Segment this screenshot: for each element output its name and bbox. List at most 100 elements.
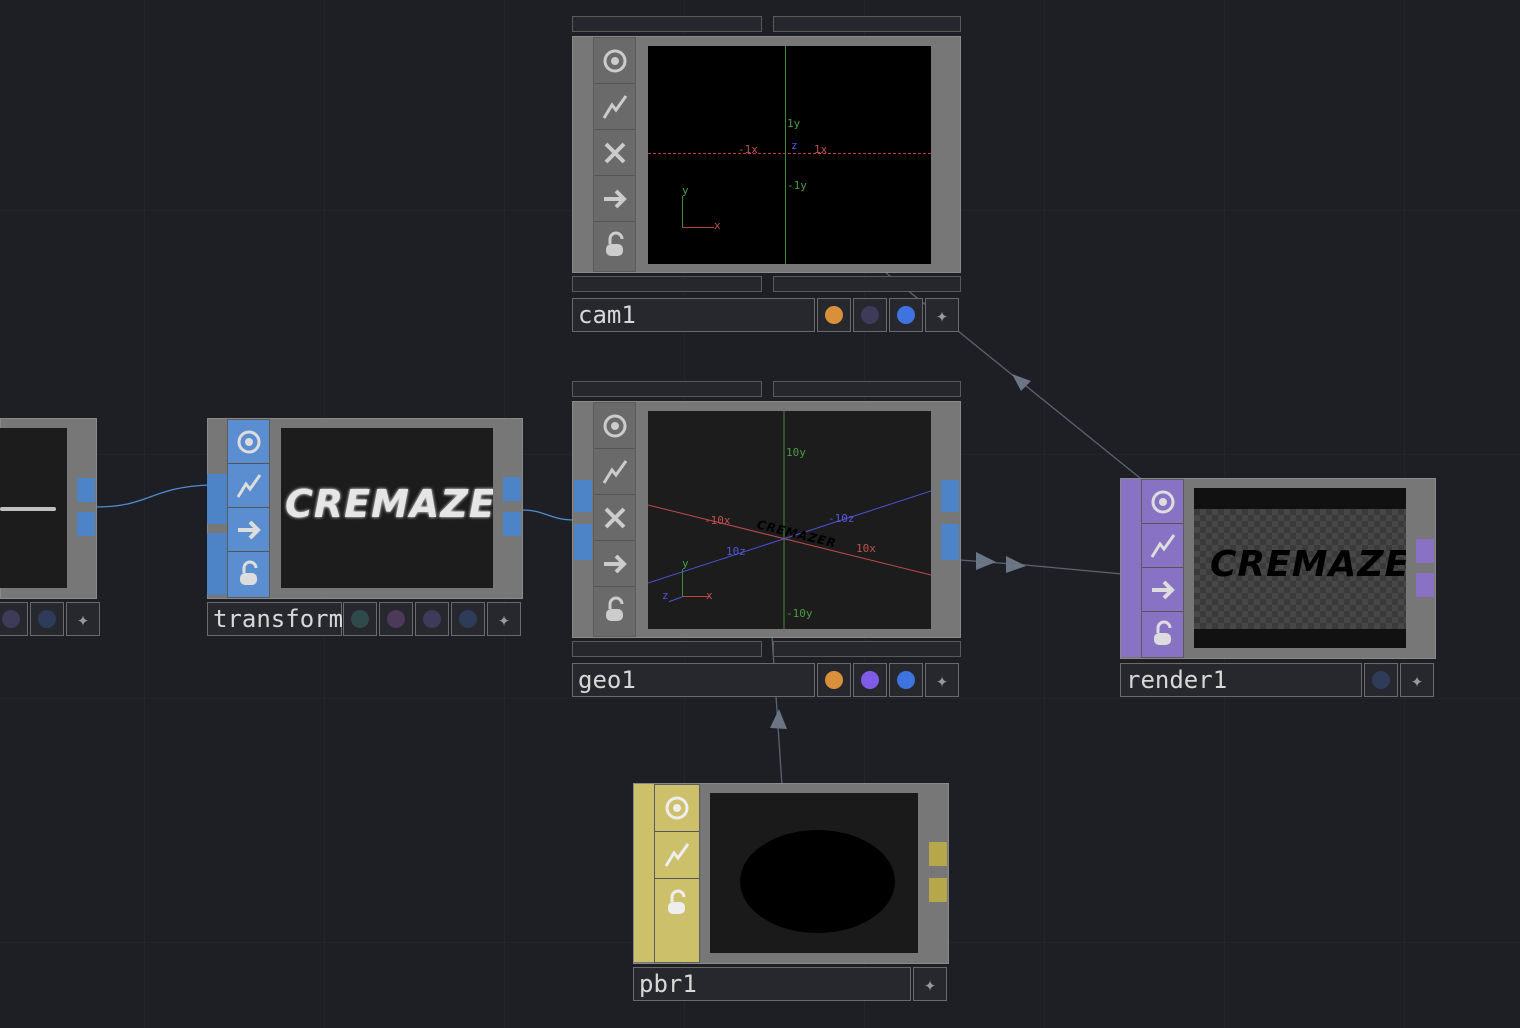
- viewer-icon: [237, 430, 260, 453]
- node-button-strip: [1141, 479, 1184, 658]
- lock-button[interactable]: [228, 552, 269, 596]
- output-connector[interactable]: [929, 878, 947, 902]
- viewer-toggle-button[interactable]: [594, 38, 635, 84]
- viewer-icon: [1151, 490, 1174, 513]
- display-button[interactable]: [228, 508, 269, 552]
- lock-button[interactable]: [1142, 612, 1183, 656]
- sparkle-icon: ✦: [497, 607, 511, 631]
- material-sphere: [740, 830, 895, 933]
- node-name-label[interactable]: geo1: [572, 663, 815, 697]
- flag-button[interactable]: [415, 602, 449, 636]
- input-connector[interactable]: [207, 533, 227, 595]
- node-button-strip: [227, 419, 270, 598]
- axis-label: -10x: [704, 514, 731, 527]
- flag-button[interactable]: [0, 602, 28, 636]
- input-connector[interactable]: [634, 784, 654, 962]
- axis-label: z: [791, 139, 798, 152]
- output-connector[interactable]: [503, 477, 521, 501]
- sparkle-icon: ✦: [76, 607, 90, 631]
- comp-top-bar: [572, 381, 762, 397]
- pin-button[interactable]: ✦: [487, 602, 521, 636]
- axis-label: -1x: [738, 143, 758, 156]
- node-name-label[interactable]: pbr1: [633, 967, 911, 1001]
- display-button[interactable]: [594, 541, 635, 587]
- flag-button[interactable]: [451, 602, 485, 636]
- input-connector[interactable]: [207, 474, 227, 524]
- cook-button[interactable]: [1142, 524, 1183, 568]
- output-connector[interactable]: [1416, 573, 1434, 597]
- wire-transform1-geo1: [521, 509, 575, 521]
- display-button[interactable]: [594, 176, 635, 222]
- comp-top-bar: [773, 381, 961, 397]
- flag-button[interactable]: [343, 602, 377, 636]
- node-button-strip: [654, 784, 700, 963]
- close-icon: [604, 142, 625, 163]
- output-connector[interactable]: [77, 478, 95, 502]
- pin-button[interactable]: ✦: [66, 602, 100, 636]
- node-name-label[interactable]: render1: [1120, 663, 1362, 697]
- cook-button[interactable]: [594, 84, 635, 130]
- lock-button[interactable]: [594, 587, 635, 633]
- flag-button[interactable]: [853, 663, 887, 697]
- flag-button[interactable]: [853, 298, 887, 332]
- lock-icon: [239, 560, 257, 585]
- lightning-icon: [602, 94, 627, 119]
- flag-button[interactable]: [1364, 663, 1398, 697]
- pin-button[interactable]: ✦: [913, 967, 947, 1001]
- input-connector[interactable]: [1121, 479, 1141, 657]
- lock-button[interactable]: [655, 879, 699, 926]
- output-connector[interactable]: [77, 512, 95, 536]
- cook-button[interactable]: [594, 449, 635, 495]
- axis-label: -10y: [786, 607, 813, 620]
- cook-button[interactable]: [228, 464, 269, 508]
- viewer-toggle-button[interactable]: [1142, 480, 1183, 524]
- arrow-right-icon: [603, 189, 627, 208]
- lock-icon: [605, 231, 623, 256]
- pbr1-viewer[interactable]: [710, 793, 918, 953]
- wire-pbr1-geo1: [771, 635, 783, 787]
- preview-logo: CREMAZER: [285, 482, 493, 526]
- cook-button[interactable]: [655, 832, 699, 879]
- wire-arrow-geo1-a: [976, 552, 996, 570]
- geo1-viewer[interactable]: 10y -10y -10x 10x -10z 10z CREMAZER y x …: [648, 411, 931, 629]
- viewer-icon: [603, 414, 626, 437]
- flag-button[interactable]: [817, 663, 851, 697]
- viewer-toggle-button[interactable]: [228, 420, 269, 464]
- flag-button[interactable]: [889, 663, 923, 697]
- wire-arrow-geo1-b: [1006, 556, 1026, 573]
- comp-bottom-bar: [773, 276, 961, 292]
- output-connector[interactable]: [1416, 539, 1434, 563]
- bypass-button[interactable]: [594, 130, 635, 176]
- viewer-toggle-button[interactable]: [594, 403, 635, 449]
- transform1-viewer[interactable]: CREMAZER: [281, 428, 493, 588]
- render1-viewer[interactable]: CREMAZER: [1194, 488, 1406, 648]
- output-connector[interactable]: [503, 512, 521, 536]
- output-connector[interactable]: [941, 480, 959, 512]
- input-connector[interactable]: [574, 480, 592, 512]
- pin-button[interactable]: ✦: [925, 298, 959, 332]
- node-button-strip: [593, 37, 636, 272]
- cam1-viewer[interactable]: -1x 1x 1y -1y z y x: [648, 46, 931, 264]
- display-button[interactable]: [1142, 568, 1183, 612]
- flag-button[interactable]: [817, 298, 851, 332]
- viewer-toggle-button[interactable]: [655, 785, 699, 832]
- output-connector[interactable]: [929, 842, 947, 866]
- sparkle-icon: ✦: [935, 668, 949, 692]
- node-name-label[interactable]: cam1: [572, 298, 815, 332]
- arrow-right-icon: [1151, 580, 1175, 599]
- pin-button[interactable]: ✦: [925, 663, 959, 697]
- lock-button[interactable]: [594, 222, 635, 268]
- node-name-label[interactable]: transform1: [207, 602, 358, 636]
- bypass-button[interactable]: [594, 495, 635, 541]
- input-connector[interactable]: [574, 524, 592, 560]
- output-connector[interactable]: [941, 524, 959, 560]
- flag-button[interactable]: [379, 602, 413, 636]
- comp-bottom-bar: [773, 641, 961, 657]
- axis-gizmo: y x: [682, 184, 721, 232]
- sparkle-icon: ✦: [923, 972, 937, 996]
- comp-bottom-bar: [572, 276, 762, 292]
- lock-icon: [1153, 620, 1171, 645]
- flag-button[interactable]: [889, 298, 923, 332]
- pin-button[interactable]: ✦: [1400, 663, 1434, 697]
- flag-button[interactable]: [30, 602, 64, 636]
